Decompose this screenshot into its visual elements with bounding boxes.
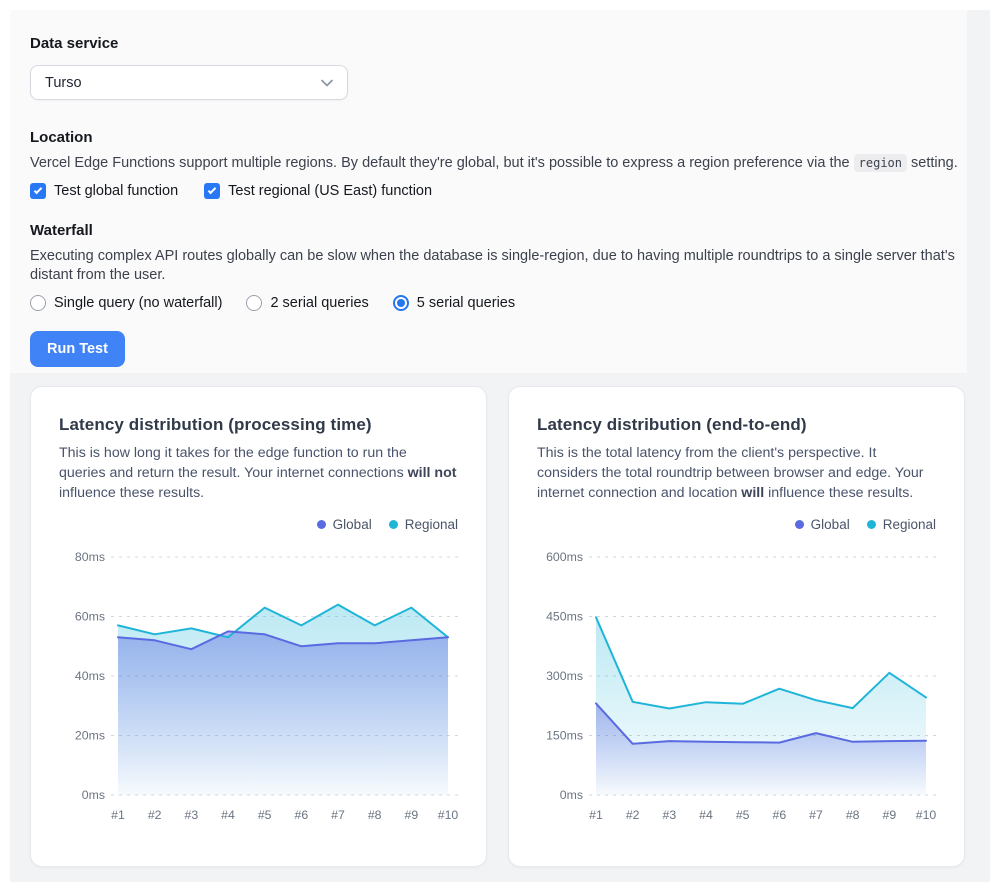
x-axis-tick-label: #2: [148, 808, 162, 822]
chart-description-tail: influence these results.: [59, 485, 204, 501]
radio-label: 5 serial queries: [417, 295, 515, 311]
waterfall-heading: Waterfall: [30, 222, 970, 240]
x-axis-tick-label: #5: [736, 808, 750, 822]
checkbox-test-global-function[interactable]: Test global function: [30, 183, 178, 199]
chevron-down-icon: [321, 79, 333, 87]
legend-item-global: Global: [795, 517, 850, 532]
x-axis-tick-label: #10: [916, 808, 937, 822]
location-description-tail: setting.: [907, 155, 958, 171]
legend-dot-icon: [317, 520, 326, 529]
y-axis-tick-label: 60ms: [75, 610, 105, 624]
x-axis-tick-label: #3: [184, 808, 198, 822]
scrollbar-track[interactable]: [967, 10, 990, 881]
x-axis-tick-label: #8: [846, 808, 860, 822]
radio-circle[interactable]: [393, 295, 409, 311]
series-area-global: [118, 632, 448, 796]
radio-2-serial-queries[interactable]: 2 serial queries: [246, 295, 368, 311]
app-panel: Data service Turso Location Vercel Edge …: [10, 10, 990, 881]
chart-description-text: This is how long it takes for the edge f…: [59, 445, 408, 481]
legend-item-global: Global: [317, 517, 372, 532]
x-axis-tick-label: #1: [111, 808, 125, 822]
radio-label: Single query (no waterfall): [54, 295, 222, 311]
x-axis-tick-label: #6: [772, 808, 786, 822]
waterfall-radio-row: Single query (no waterfall) 2 serial que…: [30, 295, 970, 311]
y-axis-tick-label: 450ms: [546, 610, 583, 624]
y-axis-tick-label: 150ms: [546, 729, 583, 743]
chart-card-processing-time: Latency distribution (processing time) T…: [30, 386, 487, 867]
chart-legend: Global Regional: [537, 516, 936, 532]
chart-description-bold: will not: [408, 465, 457, 481]
legend-item-regional: Regional: [389, 517, 458, 532]
chart-description: This is the total latency from the clien…: [537, 443, 935, 504]
x-axis-tick-label: #7: [331, 808, 345, 822]
radio-circle[interactable]: [30, 295, 46, 311]
x-axis-tick-label: #5: [258, 808, 272, 822]
y-axis-tick-label: 80ms: [75, 550, 105, 564]
x-axis-tick-label: #2: [626, 808, 640, 822]
radio-circle[interactable]: [246, 295, 262, 311]
y-axis-tick-label: 20ms: [75, 729, 105, 743]
legend-dot-icon: [867, 520, 876, 529]
chart-card-end-to-end: Latency distribution (end-to-end) This i…: [508, 386, 965, 867]
data-service-heading: Data service: [30, 35, 970, 53]
y-axis-tick-label: 600ms: [546, 550, 583, 564]
checkbox-label: Test global function: [54, 183, 178, 199]
y-axis-tick-label: 300ms: [546, 669, 583, 683]
check-icon: [208, 185, 216, 193]
radio-single-query[interactable]: Single query (no waterfall): [30, 295, 222, 311]
x-axis-tick-label: #4: [699, 808, 713, 822]
location-description: Vercel Edge Functions support multiple r…: [30, 154, 970, 174]
x-axis-tick-label: #6: [294, 808, 308, 822]
location-checkbox-row: Test global function Test regional (US E…: [30, 183, 970, 199]
legend-dot-icon: [389, 520, 398, 529]
y-axis-tick-label: 0ms: [560, 788, 583, 802]
latency-chart-end-to-end: 0ms 150ms 300ms 450ms 600ms #1 #2 #3 #4 #5 #6 #7 #8 #…: [537, 538, 938, 834]
checkbox-box[interactable]: [30, 183, 46, 199]
legend-label: Regional: [405, 517, 458, 532]
x-axis-tick-label: #3: [662, 808, 676, 822]
region-code-chip: region: [854, 154, 907, 172]
chart-title: Latency distribution (processing time): [59, 414, 458, 436]
radio-label: 2 serial queries: [270, 295, 368, 311]
legend-label: Global: [333, 517, 372, 532]
run-test-button[interactable]: Run Test: [30, 331, 125, 367]
legend-dot-icon: [795, 520, 804, 529]
latency-chart-processing: 0ms 20ms 40ms 60ms 80ms #1 #2 #3 #4 #5 #6 #7 #8 #9 #10: [59, 538, 460, 834]
location-description-text: Vercel Edge Functions support multiple r…: [30, 155, 854, 171]
data-service-select[interactable]: Turso: [30, 65, 348, 100]
y-axis-tick-label: 0ms: [82, 788, 105, 802]
charts-section: Latency distribution (processing time) T…: [10, 373, 990, 882]
x-axis-tick-label: #9: [404, 808, 418, 822]
checkbox-box[interactable]: [204, 183, 220, 199]
chart-description-bold: will: [741, 485, 764, 501]
radio-5-serial-queries[interactable]: 5 serial queries: [393, 295, 515, 311]
x-axis-tick-label: #7: [809, 808, 823, 822]
legend-label: Global: [811, 517, 850, 532]
x-axis-tick-label: #4: [221, 808, 235, 822]
chart-description: This is how long it takes for the edge f…: [59, 443, 457, 504]
chart-description-tail: influence these results.: [764, 485, 913, 501]
location-heading: Location: [30, 129, 970, 147]
x-axis-tick-label: #9: [882, 808, 896, 822]
test-config-form: Data service Turso Location Vercel Edge …: [10, 10, 990, 367]
x-axis-tick-label: #10: [438, 808, 459, 822]
data-service-select-value: Turso: [45, 75, 82, 91]
legend-label: Regional: [883, 517, 936, 532]
check-icon: [34, 185, 42, 193]
chart-legend: Global Regional: [59, 516, 458, 532]
chart-title: Latency distribution (end-to-end): [537, 414, 936, 436]
legend-item-regional: Regional: [867, 517, 936, 532]
x-axis-tick-label: #1: [589, 808, 603, 822]
checkbox-test-regional-function[interactable]: Test regional (US East) function: [204, 183, 432, 199]
checkbox-label: Test regional (US East) function: [228, 183, 432, 199]
waterfall-description: Executing complex API routes globally ca…: [30, 247, 965, 286]
x-axis-tick-label: #8: [368, 808, 382, 822]
y-axis-tick-label: 40ms: [75, 669, 105, 683]
